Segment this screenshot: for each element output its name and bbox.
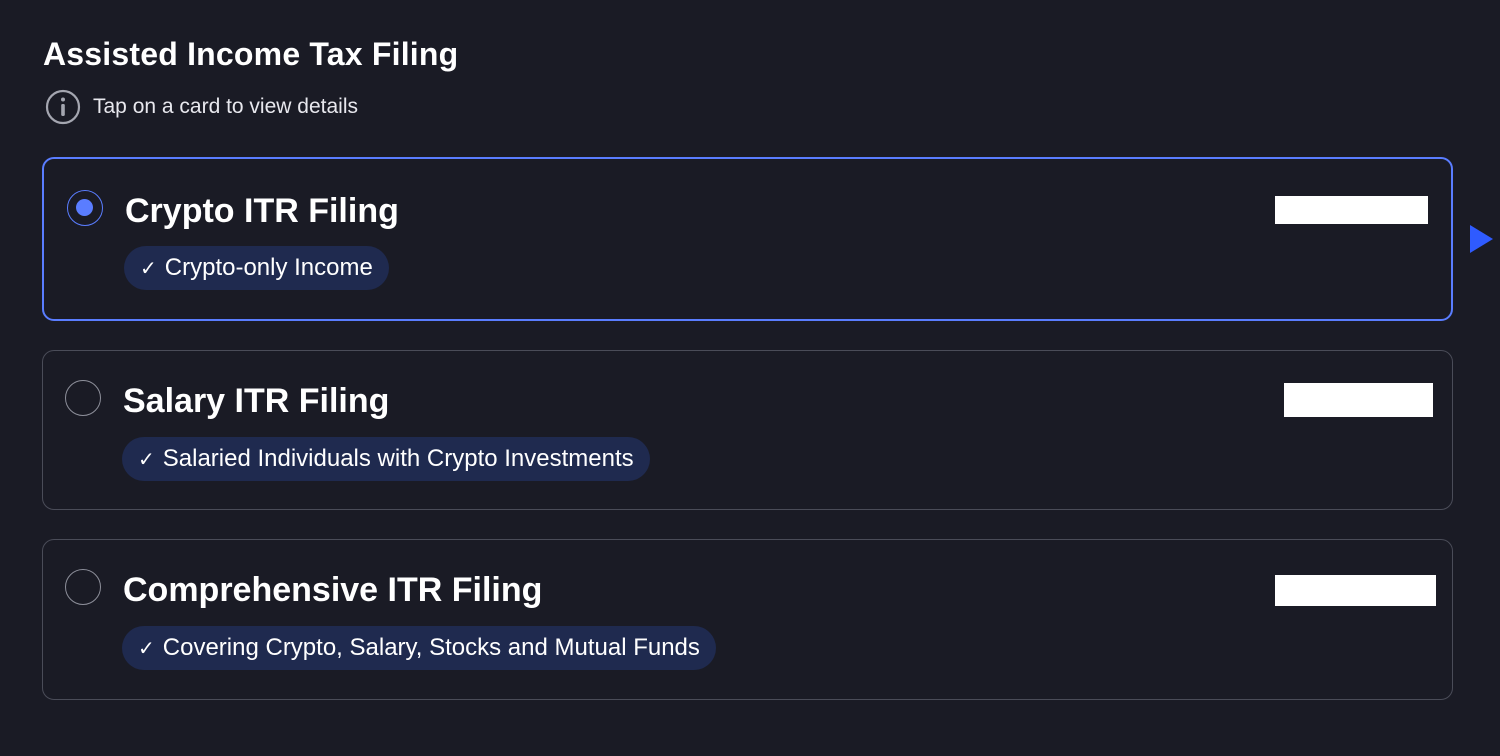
price-label [1284,383,1433,417]
radio-button-comprehensive[interactable] [65,569,101,605]
page: Assisted Income Tax Filing Tap on a card… [0,0,1500,756]
feature-tag-text: Covering Crypto, Salary, Stocks and Mutu… [162,634,700,661]
feature-tag: ✓ Salaried Individuals with Crypto Inves… [122,437,650,481]
checkmark-icon: ✓ [140,257,157,280]
radio-button-salary[interactable] [65,380,101,416]
plan-card-salary[interactable]: Salary ITR Filing ✓ Salaried Individuals… [42,350,1453,510]
card-title: Comprehensive ITR Filing [123,571,543,609]
radio-button-crypto[interactable] [67,190,103,226]
hint-row: Tap on a card to view details [45,89,358,125]
hint-text: Tap on a card to view details [93,95,358,118]
page-title: Assisted Income Tax Filing [43,36,459,72]
card-title: Crypto ITR Filing [125,192,399,230]
checkmark-icon: ✓ [138,448,155,471]
price-label [1275,196,1428,224]
feature-tag-text: Crypto-only Income [164,254,373,281]
pointer-arrow-icon [1470,225,1493,253]
price-label [1275,575,1436,606]
card-title: Salary ITR Filing [123,382,390,420]
radio-selected-dot [76,199,93,216]
feature-tag-text: Salaried Individuals with Crypto Investm… [162,445,634,472]
info-icon [45,89,81,125]
plan-card-comprehensive[interactable]: Comprehensive ITR Filing ✓ Covering Cryp… [42,539,1453,700]
feature-tag: ✓ Covering Crypto, Salary, Stocks and Mu… [122,626,716,670]
feature-tag: ✓ Crypto-only Income [124,246,389,290]
plan-card-crypto[interactable]: Crypto ITR Filing ✓ Crypto-only Income [42,157,1453,321]
checkmark-icon: ✓ [138,637,155,660]
